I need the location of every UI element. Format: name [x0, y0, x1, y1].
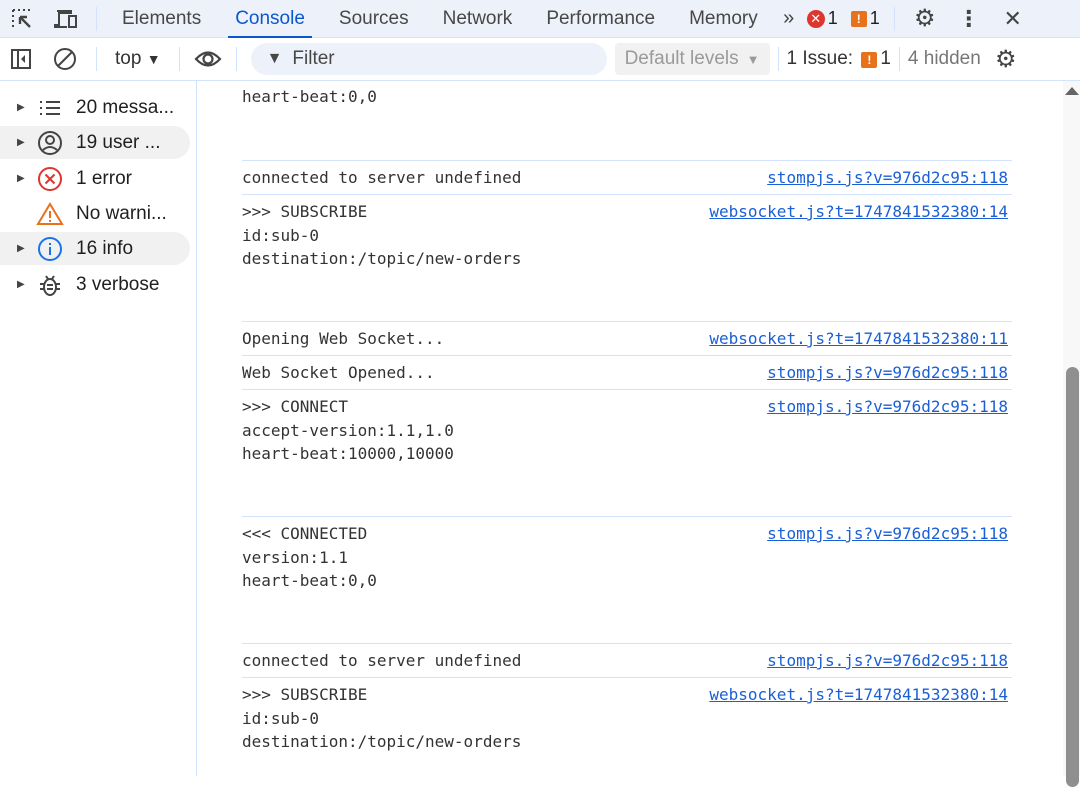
- source-link[interactable]: stompjs.js?v=976d2c95:118: [767, 649, 1008, 673]
- error-icon: ✕: [806, 9, 825, 28]
- more-options-icon[interactable]: ⋮: [947, 6, 991, 32]
- source-link[interactable]: stompjs.js?v=976d2c95:118: [767, 166, 1008, 190]
- issue-icon: !: [861, 52, 878, 68]
- console-message: Opening Web Socket... websocket.js?t=1747…: [242, 321, 1012, 355]
- divider: [178, 47, 180, 71]
- close-icon[interactable]: ✕: [991, 6, 1035, 32]
- sidebar-item-errors[interactable]: ▶ 1 error: [0, 162, 190, 195]
- sidebar-item-warnings[interactable]: No warni...: [0, 197, 190, 230]
- sidebar-item-verbose[interactable]: ▶ 3 verbose: [0, 268, 190, 301]
- issues-button[interactable]: 1 Issue: ! 1: [787, 48, 891, 70]
- expand-arrow-icon[interactable]: ▶: [0, 279, 25, 290]
- console-toolbar: top ▼ ▼ Filter Default levels ▼ 1 Issue: !…: [0, 38, 1080, 81]
- console-settings-icon[interactable]: ⚙: [981, 45, 1031, 74]
- bug-icon: [36, 272, 64, 298]
- expand-arrow-icon[interactable]: ▶: [0, 102, 25, 113]
- user-icon: [36, 130, 64, 156]
- console-sidebar: ▶ 20 messa... ▶ 19 user ... ▶ 1 error No wa…: [0, 81, 197, 776]
- console-message: >>> CONNECT accept-version:1.1,1.0 heart…: [242, 389, 1012, 516]
- console-message: heart-beat:0,0: [242, 87, 377, 106]
- console-message: connected to server undefined stompjs.js?…: [242, 160, 1012, 194]
- source-link[interactable]: websocket.js?t=1747841532380:11: [709, 327, 1008, 351]
- source-link[interactable]: websocket.js?t=1747841532380:14: [709, 683, 1008, 707]
- tab-sources[interactable]: Sources: [322, 0, 426, 38]
- divider: [898, 47, 900, 71]
- tab-network[interactable]: Network: [426, 0, 530, 38]
- expand-arrow-icon[interactable]: ▶: [0, 137, 25, 148]
- tab-console[interactable]: Console: [218, 0, 322, 38]
- clear-console-icon[interactable]: [42, 47, 88, 71]
- filter-icon: ▼: [266, 50, 283, 67]
- divider: [96, 6, 97, 31]
- divider: [777, 47, 779, 71]
- issue-count-button[interactable]: ! 1: [848, 8, 880, 29]
- list-icon: [36, 98, 64, 118]
- device-toolbar-icon[interactable]: [44, 7, 88, 31]
- sidebar-item-user-messages[interactable]: ▶ 19 user ...: [0, 126, 190, 159]
- filter-input[interactable]: ▼ Filter: [250, 43, 607, 75]
- live-expression-eye-icon[interactable]: [188, 49, 228, 69]
- warning-icon: [36, 201, 64, 227]
- sidebar-toggle-icon[interactable]: [0, 48, 42, 70]
- info-icon: [36, 236, 64, 262]
- console-messages: heart-beat:0,0 connected to server undef…: [197, 81, 1063, 776]
- source-link[interactable]: stompjs.js?v=976d2c95:118: [767, 522, 1008, 546]
- context-selector[interactable]: top ▼: [105, 48, 171, 70]
- source-link[interactable]: websocket.js?t=1747841532380:14: [709, 200, 1008, 224]
- scrollbar[interactable]: [1063, 81, 1080, 787]
- console-message: <<< CONNECTED version:1.1 heart-beat:0,0…: [242, 516, 1012, 643]
- tab-memory[interactable]: Memory: [672, 0, 775, 38]
- hidden-count: 4 hidden: [907, 48, 981, 69]
- source-link[interactable]: stompjs.js?v=976d2c95:118: [767, 361, 1008, 385]
- expand-arrow-icon[interactable]: ▶: [0, 173, 25, 184]
- sidebar-item-messages[interactable]: ▶ 20 messa...: [0, 91, 190, 124]
- inspect-element-icon[interactable]: [0, 7, 44, 31]
- error-icon: [36, 166, 64, 192]
- console-message: Web Socket Opened... stompjs.js?v=976d2c9…: [242, 355, 1012, 389]
- issue-icon: !: [850, 10, 867, 27]
- devtools-tabbar: Elements Console Sources Network Perform…: [0, 0, 1080, 38]
- more-tabs-icon[interactable]: »: [775, 7, 803, 30]
- expand-arrow-icon[interactable]: ▶: [0, 243, 25, 254]
- source-link[interactable]: stompjs.js?v=976d2c95:118: [767, 395, 1008, 419]
- divider: [96, 47, 97, 71]
- console-message: connected to server undefined stompjs.js?…: [242, 643, 1012, 677]
- tab-performance[interactable]: Performance: [529, 0, 672, 38]
- divider: [235, 47, 237, 71]
- divider: [893, 6, 895, 31]
- error-count-button[interactable]: ✕ 1: [806, 8, 838, 29]
- console-message: >>> SUBSCRIBE id:sub-0 destination:/topi…: [242, 194, 1012, 321]
- settings-icon[interactable]: ⚙: [903, 4, 947, 33]
- scroll-up-arrow-icon[interactable]: [1065, 87, 1079, 95]
- dropdown-arrow-icon: ▼: [146, 51, 161, 67]
- tab-elements[interactable]: Elements: [105, 0, 218, 38]
- log-levels-dropdown[interactable]: Default levels ▼: [614, 43, 770, 75]
- sidebar-item-info[interactable]: ▶ 16 info: [0, 232, 190, 265]
- console-message: >>> SUBSCRIBE id:sub-0 destination:/topi…: [242, 677, 1012, 776]
- scrollbar-thumb[interactable]: [1066, 367, 1079, 787]
- dropdown-arrow-icon: ▼: [746, 51, 760, 67]
